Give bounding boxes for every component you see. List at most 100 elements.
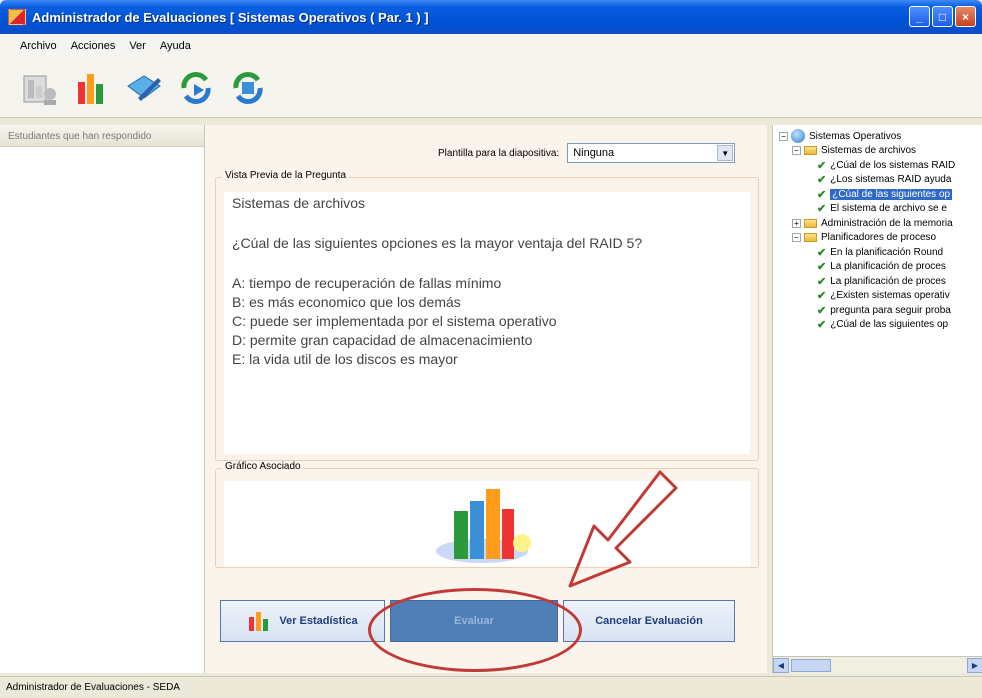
status-bar: Administrador de Evaluaciones - SEDA <box>0 676 982 698</box>
template-row: Plantilla para la diapositiva: Ninguna ▼ <box>438 143 736 163</box>
tree-item[interactable]: ✔ La planificación de proces <box>779 260 982 275</box>
toolbar <box>0 58 982 118</box>
folder-icon <box>804 233 817 243</box>
users-chart-icon <box>23 75 56 105</box>
menu-archivo[interactable]: Archivo <box>20 40 57 52</box>
tree-item-label: La planificación de proces <box>830 261 946 273</box>
checkmark-icon: ✔ <box>817 261 827 274</box>
tree-item[interactable]: ✔ ¿Cúal de los sistemas RAID <box>779 158 982 173</box>
preview-option: B: es más economico que los demás <box>232 294 461 310</box>
tree-item[interactable]: − Sistemas de archivos <box>779 144 982 159</box>
checkmark-icon: ✔ <box>817 174 827 187</box>
edit-book-icon <box>127 74 161 101</box>
evaluate-button[interactable]: Evaluar <box>390 600 558 642</box>
start-evaluation-button[interactable] <box>174 66 218 110</box>
tree-item-label: Administración de la memoria <box>821 217 953 229</box>
tree-item-label: ¿Cúal de las siguientes op <box>830 188 953 200</box>
associated-chart-legend: Gráfico Asociado <box>222 461 304 472</box>
globe-icon <box>791 129 805 144</box>
tree-item-label: ¿Cúal de las siguientes op <box>830 319 949 331</box>
collapse-icon[interactable]: − <box>792 146 801 156</box>
sync-button[interactable] <box>226 66 270 110</box>
preview-option: A: tiempo de recuperación de fallas míni… <box>232 275 502 291</box>
bar-chart-icon <box>78 73 103 104</box>
tree-item-label: pregunta para seguir proba <box>830 304 951 316</box>
statistics-button[interactable] <box>70 66 114 110</box>
tree-item[interactable]: + Administración de la memoria <box>779 216 982 231</box>
window-controls: _ □ × <box>909 6 976 27</box>
tree-item[interactable]: − Sistemas Operativos <box>779 129 982 144</box>
checkmark-icon: ✔ <box>817 188 827 201</box>
tree-item-label: En la planificación Round <box>830 246 944 258</box>
chart-idea-icon <box>436 489 531 563</box>
action-buttons: Ver Estadística Evaluar Cancelar Evaluac… <box>215 600 759 650</box>
menu-acciones[interactable]: Acciones <box>71 40 116 52</box>
tree-item[interactable]: ✔ En la planificación Round <box>779 245 982 260</box>
tree-item[interactable]: ✔ El sistema de archivo se e <box>779 202 982 217</box>
view-statistics-button[interactable]: Ver Estadística <box>220 600 385 642</box>
scroll-left-icon[interactable]: ◀ <box>773 657 789 673</box>
preview-option: D: permite gran capacidad de almacenacim… <box>232 332 533 348</box>
refresh-arrows-icon <box>233 71 263 104</box>
checkmark-icon: ✔ <box>817 246 827 259</box>
view-statistics-label: Ver Estadística <box>279 615 358 627</box>
tree-item[interactable]: ✔ ¿Cúal de las siguientes op <box>779 318 982 333</box>
folder-icon <box>804 218 817 228</box>
horizontal-scrollbar[interactable]: ◀ ▶ <box>773 656 982 673</box>
collapse-icon[interactable]: − <box>779 131 788 141</box>
users-chart-button[interactable] <box>18 66 62 110</box>
tree-item[interactable]: − Planificadores de proceso <box>779 231 982 246</box>
template-value: Ninguna <box>573 147 615 159</box>
template-label: Plantilla para la diapositiva: <box>438 147 560 159</box>
checkmark-icon: ✔ <box>817 275 827 288</box>
associated-chart-box <box>224 481 750 567</box>
scroll-right-icon[interactable]: ▶ <box>967 657 982 673</box>
cancel-evaluation-label: Cancelar Evaluación <box>595 615 703 627</box>
question-preview-group: Vista Previa de la Pregunta Sistemas de … <box>215 170 759 461</box>
tree-item-label: Sistemas de archivos <box>821 145 917 157</box>
bar-chart-icon <box>249 612 269 631</box>
tree-item[interactable]: ✔ pregunta para seguir proba <box>779 303 982 318</box>
folder-icon <box>804 146 817 156</box>
tree-item[interactable]: ✔ La planificación de proces <box>779 274 982 289</box>
collapse-icon[interactable]: − <box>792 233 801 243</box>
preview-text: Sistemas de archivos ¿Cúal de las siguie… <box>224 192 750 371</box>
students-panel: Estudiantes que han respondido <box>0 125 205 673</box>
tree-item-label: El sistema de archivo se e <box>830 203 947 215</box>
tree-item-label: ¿Existen sistemas operativ <box>830 290 950 302</box>
preview-option: C: puede ser implementada por el sistema… <box>232 313 557 329</box>
checkmark-icon: ✔ <box>817 159 827 172</box>
checkmark-icon: ✔ <box>817 203 827 216</box>
evaluate-label: Evaluar <box>454 615 494 627</box>
checkmark-icon: ✔ <box>817 290 827 303</box>
edit-questions-button[interactable] <box>122 66 166 110</box>
associated-chart-group: Gráfico Asociado <box>215 461 759 568</box>
tree-item-label: Sistemas Operativos <box>809 130 902 142</box>
preview-topic: Sistemas de archivos <box>232 195 366 211</box>
question-preview-box: Sistemas de archivos ¿Cúal de las siguie… <box>224 192 750 454</box>
questions-tree: − Sistemas Operativos − Sistemas de archivo… <box>773 125 982 332</box>
tree-item[interactable]: ✔ ¿Existen sistemas operativ <box>779 289 982 304</box>
scroll-thumb[interactable] <box>791 658 831 672</box>
dropdown-arrow-icon[interactable]: ▼ <box>717 145 734 161</box>
title-bar: Administrador de Evaluaciones [ Sistemas… <box>0 0 982 34</box>
menu-ayuda[interactable]: Ayuda <box>160 40 191 52</box>
expand-icon[interactable]: + <box>792 218 801 228</box>
close-button[interactable]: × <box>955 6 976 27</box>
tree-item-label: ¿Los sistemas RAID ayuda <box>830 174 952 186</box>
question-preview-legend: Vista Previa de la Pregunta <box>222 170 350 181</box>
menu-ver[interactable]: Ver <box>129 40 146 52</box>
preview-option: E: la vida util de los discos es mayor <box>232 351 458 367</box>
students-header: Estudiantes que han respondido <box>0 125 204 147</box>
tree-item[interactable]: ✔ ¿Los sistemas RAID ayuda <box>779 173 982 188</box>
cancel-evaluation-button[interactable]: Cancelar Evaluación <box>563 600 735 642</box>
template-select[interactable]: Ninguna ▼ <box>567 143 736 163</box>
tree-item[interactable]: ✔ ¿Cúal de las siguientes op <box>779 187 982 202</box>
maximize-button[interactable]: □ <box>932 6 953 27</box>
tree-item-label: ¿Cúal de los sistemas RAID <box>830 159 956 171</box>
checkmark-icon: ✔ <box>817 319 827 332</box>
minimize-button[interactable]: _ <box>909 6 930 27</box>
questions-tree-panel: − Sistemas Operativos − Sistemas de archivo… <box>772 125 982 673</box>
window-title: Administrador de Evaluaciones [ Sistemas… <box>32 9 429 25</box>
app-icon <box>8 9 26 25</box>
